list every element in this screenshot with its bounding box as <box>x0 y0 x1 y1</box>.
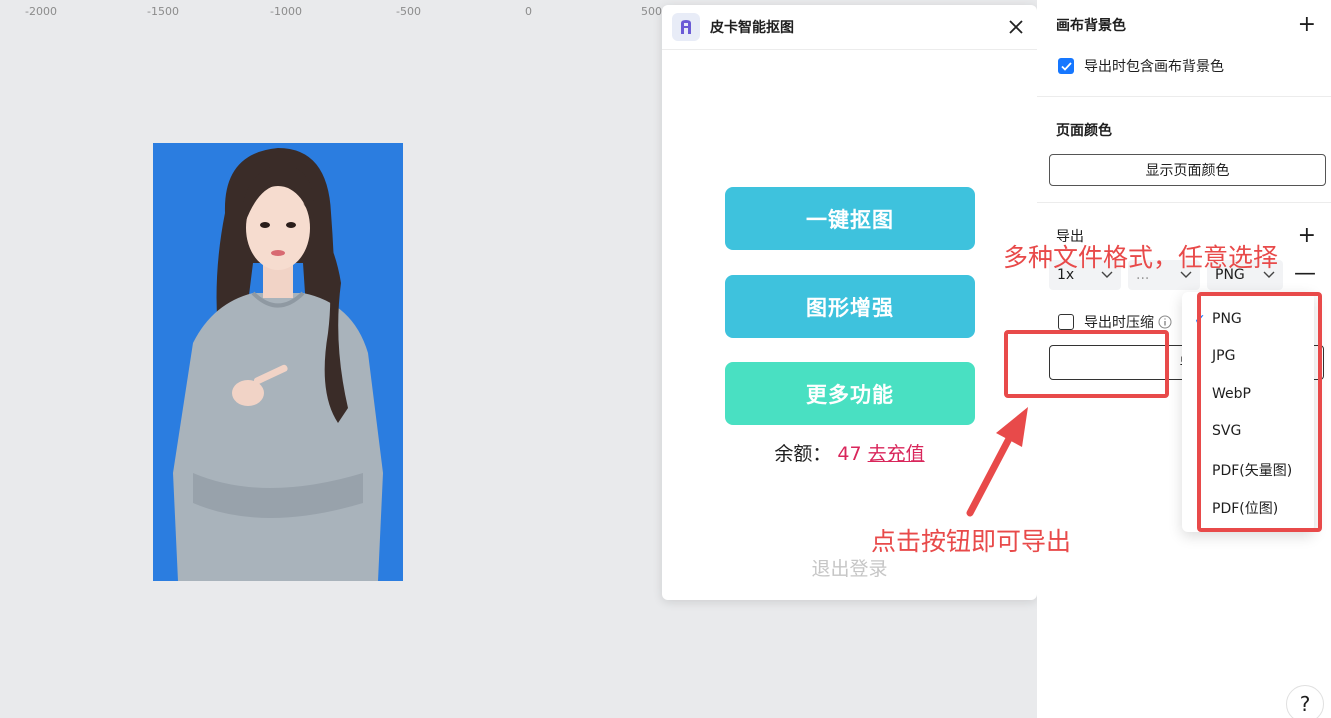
ruler-tick: -1500 <box>147 5 179 18</box>
checkbox-unchecked-icon[interactable] <box>1058 314 1074 330</box>
compress-checkbox-row[interactable]: 导出时压缩 <box>1058 312 1172 332</box>
logout-link[interactable]: 退出登录 <box>662 554 1037 581</box>
canvas-bg-title: 画布背景色 <box>1056 18 1126 34</box>
remove-export-icon[interactable]: — <box>1294 263 1316 285</box>
compress-label: 导出时压缩 <box>1084 315 1154 331</box>
export-annotation: 点击按钮即可导出 <box>871 527 1072 556</box>
info-icon <box>1158 315 1172 329</box>
add-canvas-bg-icon[interactable]: + <box>1298 14 1316 36</box>
dropdown-highlight-box <box>1197 292 1322 532</box>
include-bg-label: 导出时包含画布背景色 <box>1084 59 1224 75</box>
page-color-title: 页面颜色 <box>1056 123 1112 139</box>
ruler-tick: -1000 <box>270 5 302 18</box>
add-export-icon[interactable]: + <box>1298 225 1316 247</box>
balance-label: 余额： <box>774 443 832 465</box>
plugin-title: 皮卡智能抠图 <box>710 20 794 36</box>
ruler-tick: -500 <box>396 5 421 18</box>
ruler-tick: -2000 <box>25 5 57 18</box>
checkbox-checked-icon[interactable] <box>1058 58 1074 74</box>
canvas-photo[interactable] <box>153 143 403 581</box>
close-icon[interactable] <box>1005 16 1027 38</box>
formats-annotation: 多种文件格式，任意选择 <box>1003 243 1279 272</box>
one-click-cutout-button[interactable]: 一键抠图 <box>725 187 975 250</box>
portrait-illustration <box>173 148 383 581</box>
ruler-tick: 0 <box>525 5 532 18</box>
show-page-color-button[interactable]: 显示页面颜色 <box>1049 154 1326 186</box>
plugin-header: 皮卡智能抠图 <box>662 5 1037 50</box>
image-enhance-button[interactable]: 图形增强 <box>725 275 975 338</box>
divider <box>1037 202 1331 203</box>
app-logo-icon <box>672 13 700 41</box>
ruler-tick: 500 <box>641 5 662 18</box>
more-features-button[interactable]: 更多功能 <box>725 362 975 425</box>
arrow-icon <box>966 407 1028 517</box>
divider <box>1037 96 1331 97</box>
balance-value: 47 <box>837 443 862 465</box>
help-button[interactable]: ? <box>1286 685 1324 718</box>
recharge-link[interactable]: 去充值 <box>868 443 925 465</box>
include-bg-checkbox-row[interactable]: 导出时包含画布背景色 <box>1058 56 1224 76</box>
export-button-highlight-box <box>1004 330 1169 398</box>
